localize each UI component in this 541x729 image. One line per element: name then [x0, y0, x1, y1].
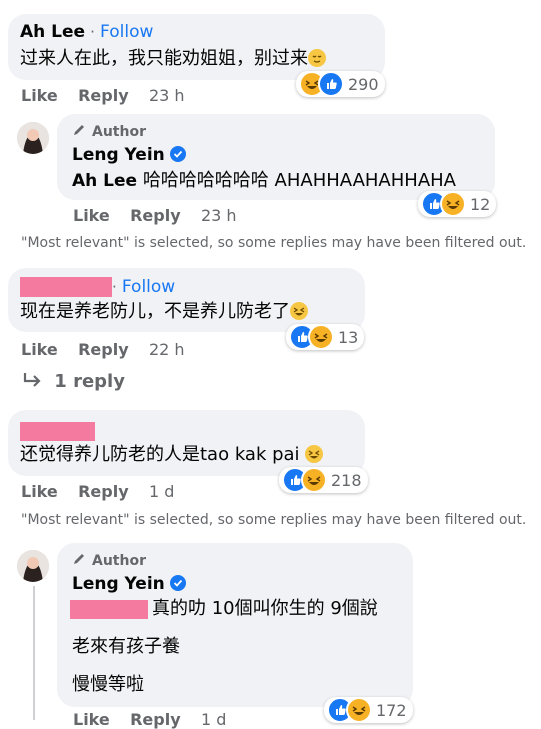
comment-text-line-1: 真的叻 10個叫你生的 9個說 [152, 598, 378, 619]
reaction-count: 290 [348, 74, 379, 94]
filter-note: "Most relevant" is selected, so some rep… [21, 512, 527, 528]
like-reaction-icon [318, 71, 344, 97]
like-button[interactable]: Like [21, 86, 58, 105]
relieved-emoji-icon [308, 49, 326, 67]
reaction-summary[interactable]: 13 [286, 324, 365, 350]
haha-reaction-icon [301, 467, 327, 493]
comment-actions: Like Reply 23 h [73, 206, 237, 225]
comment-header: · Follow [112, 277, 175, 297]
timestamp[interactable]: 1 d [149, 482, 174, 501]
haha-reaction-icon [308, 324, 334, 350]
author-badge-label: Author [92, 553, 146, 569]
verified-badge-icon [169, 146, 186, 162]
avatar[interactable] [17, 550, 49, 582]
comment-text-line-2: 老來有孩子養 [72, 636, 180, 657]
filter-note: "Most relevant" is selected, so some rep… [21, 235, 527, 251]
follow-button[interactable]: Follow [100, 22, 153, 42]
comment-author[interactable]: Leng Yein [72, 145, 165, 165]
view-replies-label: 1 reply [54, 371, 125, 392]
reaction-summary[interactable]: 172 [324, 697, 413, 723]
redacted-name [20, 422, 95, 441]
laughing-emoji-icon [305, 445, 324, 463]
reaction-summary[interactable]: 12 [418, 191, 497, 217]
comment-text-content: 现在是养老防儿，不是养儿防老了 [20, 301, 290, 322]
timestamp[interactable]: 22 h [149, 340, 185, 359]
reaction-summary[interactable]: 218 [279, 467, 368, 493]
reply-arrow-icon [22, 371, 44, 392]
reply-button[interactable]: Reply [78, 340, 129, 359]
comment-text-content: 还觉得养儿防老的人是tao kak pai [20, 444, 300, 465]
thread-line [33, 586, 35, 720]
comment-text: 还觉得养儿防老的人是tao kak pai [20, 444, 324, 466]
view-replies-button[interactable]: 1 reply [22, 371, 125, 392]
laughing-emoji-icon [290, 302, 308, 320]
author-badge-label: Author [92, 124, 146, 140]
reaction-count: 218 [331, 470, 362, 490]
reaction-summary[interactable]: 290 [296, 71, 385, 97]
comment-text: 过来人在此，我只能劝姐姐，别过来 [20, 48, 326, 70]
redacted-mention [70, 600, 148, 619]
separator-dot: · [90, 23, 95, 41]
author-badge: Author [72, 123, 146, 141]
redacted-name [20, 277, 112, 297]
comment-header: Leng Yein [72, 574, 186, 594]
author-badge: Author [72, 552, 146, 570]
comment-author[interactable]: Ah Lee [20, 22, 85, 42]
timestamp[interactable]: 23 h [201, 206, 237, 225]
separator-dot: · [112, 278, 117, 296]
haha-reaction-icon [346, 697, 372, 723]
avatar[interactable] [17, 122, 49, 154]
like-button[interactable]: Like [21, 340, 58, 359]
pencil-icon [72, 552, 88, 570]
timestamp[interactable]: 23 h [149, 86, 185, 105]
mention-link[interactable]: Ah Lee [72, 171, 137, 191]
comment-header: Ah Lee · Follow [20, 22, 153, 42]
comment-text: Ah Lee 哈哈哈哈哈哈哈 AHAHHAAHAHHAHA [72, 170, 456, 192]
verified-badge-icon [169, 575, 186, 591]
reaction-count: 12 [470, 194, 491, 214]
like-button[interactable]: Like [73, 206, 110, 225]
comment-text-content: 哈哈哈哈哈哈哈 AHAHHAAHAHHAHA [142, 170, 456, 191]
haha-reaction-icon [440, 191, 466, 217]
reaction-count: 172 [376, 700, 407, 720]
reply-button[interactable]: Reply [78, 86, 129, 105]
comment-author[interactable]: Leng Yein [72, 574, 165, 594]
comment-actions: Like Reply 1 d [21, 482, 174, 501]
reaction-count: 13 [338, 327, 359, 347]
follow-button[interactable]: Follow [122, 277, 175, 297]
comment-actions: Like Reply 22 h [21, 340, 185, 359]
comment-text-line-3: 慢慢等啦 [72, 674, 144, 695]
comment-text: 现在是养老防儿，不是养儿防老了 [20, 301, 308, 323]
like-button[interactable]: Like [21, 482, 58, 501]
comment-header: Leng Yein [72, 145, 186, 165]
reply-button[interactable]: Reply [130, 206, 181, 225]
comment-text-content: 过来人在此，我只能劝姐姐，别过来 [20, 48, 308, 69]
pencil-icon [72, 123, 88, 141]
comment-actions: Like Reply 23 h [21, 86, 185, 105]
reply-button[interactable]: Reply [78, 482, 129, 501]
